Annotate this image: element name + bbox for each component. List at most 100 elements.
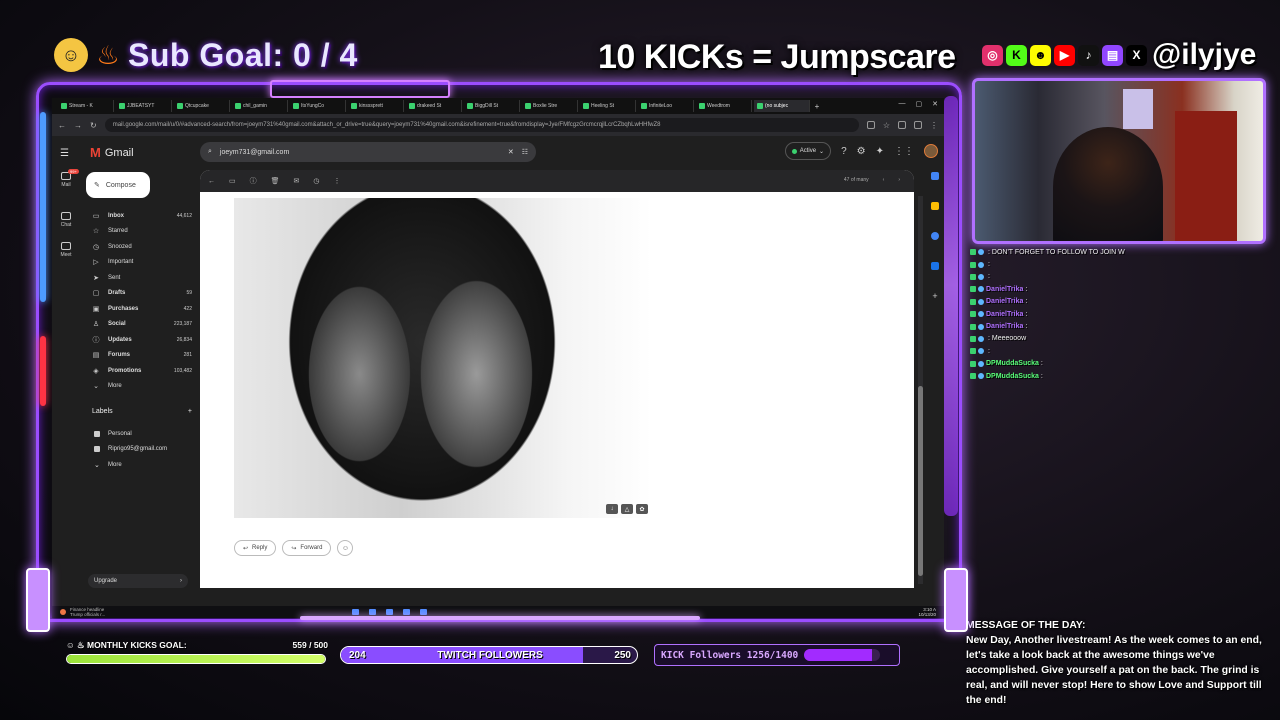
contacts-icon[interactable] (931, 262, 939, 270)
back-to-list-icon[interactable]: ← (208, 178, 215, 185)
menu-kebab-icon[interactable]: ⋮ (930, 121, 938, 130)
folder-promotions[interactable]: ◈ Promotions 103,482 (82, 363, 200, 379)
browser-tab[interactable]: BiggDill St (464, 100, 520, 112)
label-riprigo[interactable]: Riprigo95@gmail.com (82, 442, 200, 458)
add-label-icon[interactable]: + (188, 408, 192, 415)
chat-username[interactable]: DanielTrika (986, 286, 1023, 293)
folder-count: 59 (186, 290, 192, 297)
gmail-logo[interactable]: M Gmail (90, 145, 134, 160)
start-icon[interactable] (352, 609, 359, 615)
snooze-icon[interactable]: ◷ (313, 177, 319, 185)
folder-starred[interactable]: ☆ Starred (82, 224, 200, 240)
emoji-reaction-button[interactable]: ☺ (337, 540, 354, 556)
browser-tab[interactable]: (no subjec (754, 100, 810, 112)
kick-badge-icon (970, 348, 976, 355)
folder-sent[interactable]: ➤ Sent (82, 270, 200, 286)
search-options-icon[interactable]: ☷ (522, 148, 528, 156)
webcam-feed (972, 78, 1266, 244)
prev-email-icon[interactable]: ‹ (883, 177, 885, 183)
browser-tab[interactable]: Boxlie Stre (522, 100, 578, 112)
folder-forums[interactable]: ▤ Forums 281 (82, 348, 200, 364)
status-pill[interactable]: Active ⌄ (784, 142, 832, 160)
keep-icon[interactable] (931, 202, 939, 210)
browser-tab[interactable]: chil_gamin (232, 100, 288, 112)
explorer-icon[interactable] (386, 609, 393, 615)
rail-chat[interactable]: Chat (56, 212, 76, 228)
download-icon[interactable]: ↓ (606, 504, 618, 514)
forward-icon[interactable]: → (74, 121, 82, 130)
more-actions-icon[interactable]: ⋮ (334, 177, 341, 185)
labels-more[interactable]: ⌄ More (82, 457, 200, 473)
browser-tab[interactable]: drakeed St (406, 100, 462, 112)
archive-icon[interactable]: ▭ (229, 177, 236, 185)
taskbar-news[interactable]: Finance headline Trump officials r... (60, 607, 105, 617)
back-icon[interactable]: ← (58, 121, 66, 130)
browser-tab[interactable]: kinsssprett (348, 100, 404, 112)
rail-mail[interactable]: 99+ Mail (56, 169, 79, 188)
tasks-icon[interactable] (931, 232, 939, 240)
mark-unread-icon[interactable]: ✉ (294, 177, 300, 185)
search-bar[interactable]: ⌕ joeym731@gmail.com ✕ ☷ (200, 142, 536, 162)
delete-icon[interactable]: 🗑 (271, 177, 280, 185)
folder-more[interactable]: ⌄ More (82, 379, 200, 395)
add-to-drive-icon[interactable]: △ (621, 504, 633, 514)
search-icon[interactable]: ⌕ (208, 148, 212, 156)
chat-username[interactable]: DanielTrika (986, 323, 1023, 330)
rail-meet[interactable]: Meet (56, 242, 76, 258)
browser-tab[interactable]: Stream - K (58, 100, 114, 112)
reply-button[interactable]: ↩ Reply (234, 540, 277, 556)
label-personal[interactable]: Personal (82, 426, 200, 442)
gemini-icon[interactable]: ✦ (876, 146, 884, 157)
next-email-icon[interactable]: › (898, 177, 900, 183)
maximize-icon[interactable]: ▢ (916, 100, 923, 108)
close-window-icon[interactable]: ✕ (932, 100, 938, 108)
gear-icon[interactable]: ⚙ (857, 146, 866, 157)
apps-grid-icon[interactable]: ⋮⋮ (894, 146, 914, 157)
browser-tab-label: ItsYungCo (301, 103, 325, 109)
search-taskbar-icon[interactable] (369, 609, 376, 615)
folder-drafts[interactable]: ▢ Drafts 59 (82, 286, 200, 302)
forward-button[interactable]: ↪ Forward (282, 540, 332, 556)
report-spam-icon[interactable]: ⓘ (250, 176, 257, 186)
account-avatar[interactable] (924, 144, 938, 158)
chat-username[interactable]: DanielTrika (986, 298, 1023, 305)
chat-username[interactable]: DanielTrika (986, 311, 1023, 318)
browser-tab[interactable]: Heeling St (580, 100, 636, 112)
calendar-icon[interactable] (931, 172, 939, 180)
browser-tab[interactable]: Qtcupcake (174, 100, 230, 112)
browser-tab[interactable]: JJBEATSYT (116, 100, 172, 112)
browser-tab[interactable]: InfiniteLoo (638, 100, 694, 112)
browser-taskbar-icon[interactable] (403, 609, 410, 615)
folder-updates[interactable]: ⓘ Updates 26,834 (82, 332, 200, 348)
upgrade-button[interactable]: Upgrade › (88, 574, 188, 588)
folder-snoozed[interactable]: ◷ Snoozed (82, 239, 200, 255)
compose-button[interactable]: ✎ Compose (86, 172, 150, 198)
extensions-puzzle-icon[interactable] (898, 121, 906, 129)
reload-icon[interactable]: ↻ (90, 121, 97, 130)
chat-username[interactable]: DPMuddaSucka (986, 360, 1039, 367)
search-input[interactable]: joeym731@gmail.com (220, 149, 500, 156)
folder-inbox[interactable]: ▭ Inbox 44,612 (82, 208, 200, 224)
app-taskbar-icon[interactable] (420, 609, 427, 615)
taskbar-clock[interactable]: 3:10 A 10/13/20 (918, 607, 936, 617)
browser-tab[interactable]: ItsYungCo (290, 100, 346, 112)
streamer-handle: @ilyjye (1152, 38, 1257, 71)
new-tab-icon[interactable]: + (812, 102, 822, 111)
minimize-icon[interactable]: — (899, 100, 906, 108)
sidebar-icon[interactable] (914, 121, 922, 129)
help-icon[interactable]: ? (841, 146, 847, 157)
folder-purchases[interactable]: ▣ Purchases 422 (82, 301, 200, 317)
chat-username[interactable]: DPMuddaSucka (986, 373, 1039, 380)
add-addon-icon[interactable]: + (931, 292, 939, 301)
clear-search-icon[interactable]: ✕ (508, 148, 514, 156)
email-attachment-image[interactable]: ↓ △ ✿ (234, 198, 652, 518)
folder-social[interactable]: ♙ Social 223,187 (82, 317, 200, 333)
url-field[interactable]: mail.google.com/mail/u/0/#advanced-searc… (104, 118, 859, 132)
browser-tab[interactable]: Weedtrom (696, 100, 752, 112)
scrollbar-thumb[interactable] (918, 386, 923, 576)
email-scrollbar[interactable] (918, 196, 923, 584)
bookmark-star-icon[interactable]: ☆ (883, 121, 890, 130)
extension-icon[interactable] (866, 121, 875, 129)
save-to-photos-icon[interactable]: ✿ (636, 504, 648, 514)
folder-important[interactable]: ▷ Important (82, 255, 200, 271)
